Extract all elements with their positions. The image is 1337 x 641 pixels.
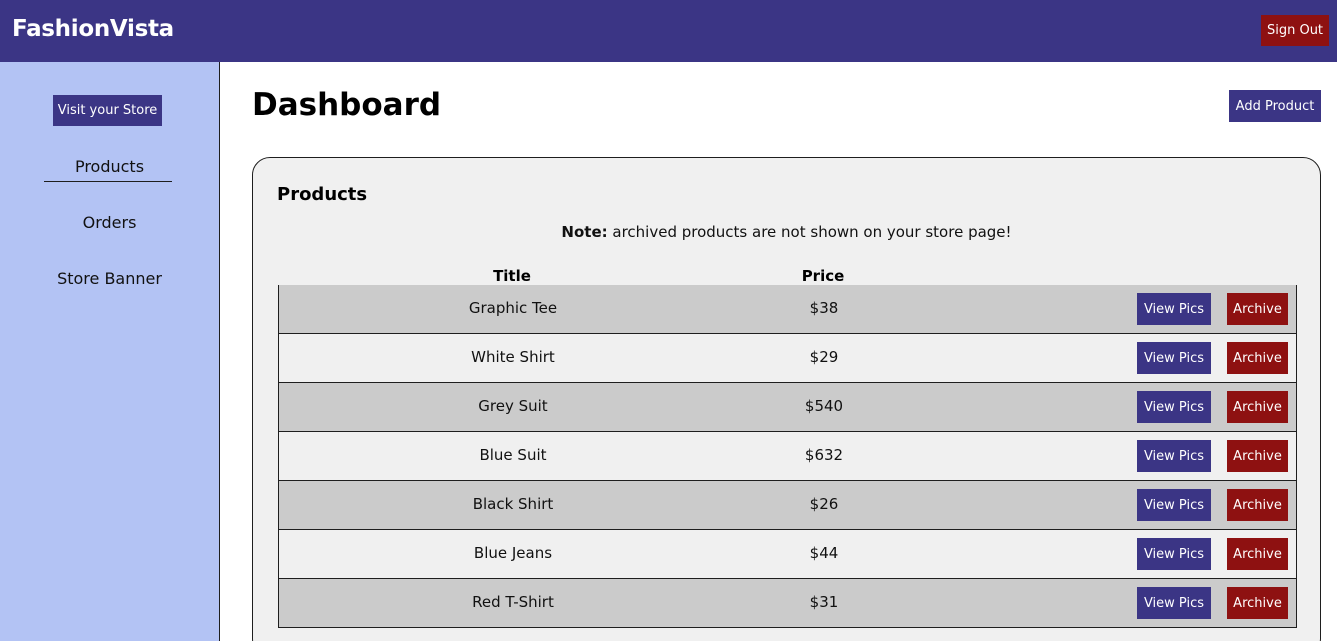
product-title-cell: Grey Suit — [478, 397, 548, 415]
product-title-cell: Blue Suit — [479, 446, 547, 464]
column-header-price: Price — [801, 267, 845, 285]
product-price-cell: $632 — [804, 446, 844, 464]
top-bar: FashionVista Sign Out — [0, 0, 1337, 62]
archive-button[interactable]: Archive — [1227, 538, 1288, 570]
add-product-button[interactable]: Add Product — [1229, 90, 1321, 122]
view-pics-button[interactable]: View Pics — [1137, 440, 1211, 472]
note-text: archived products are not shown on your … — [607, 223, 1012, 241]
sidebar-item-orders[interactable]: Orders — [0, 213, 219, 232]
product-title-cell: White Shirt — [471, 348, 555, 366]
active-nav-underline — [44, 181, 172, 182]
sidebar-item-store-banner[interactable]: Store Banner — [0, 269, 219, 288]
table-row: Grey Suit $540 View Pics Archive — [279, 383, 1296, 432]
product-price-cell: $26 — [809, 495, 839, 513]
product-price-cell: $38 — [809, 299, 839, 317]
table-row: Graphic Tee $38 View Pics Archive — [279, 285, 1296, 334]
archive-button[interactable]: Archive — [1227, 489, 1288, 521]
product-title-cell: Black Shirt — [472, 495, 554, 513]
page-title: Dashboard — [252, 87, 442, 123]
product-price-cell: $540 — [804, 397, 844, 415]
archive-button[interactable]: Archive — [1227, 391, 1288, 423]
product-price-cell: $31 — [809, 593, 839, 611]
archive-note: Note: archived products are not shown on… — [253, 223, 1320, 241]
table-row: Blue Jeans $44 View Pics Archive — [279, 530, 1296, 579]
view-pics-button[interactable]: View Pics — [1137, 587, 1211, 619]
product-title-cell: Red T-Shirt — [472, 593, 554, 611]
panel-title: Products — [277, 184, 368, 205]
sidebar: Visit your Store Products Orders Store B… — [0, 62, 220, 641]
view-pics-button[interactable]: View Pics — [1137, 489, 1211, 521]
table-row: Blue Suit $632 View Pics Archive — [279, 432, 1296, 481]
table-row: Red T-Shirt $31 View Pics Archive — [279, 579, 1296, 628]
note-label: Note: — [561, 223, 608, 241]
view-pics-button[interactable]: View Pics — [1137, 391, 1211, 423]
brand-logo[interactable]: FashionVista — [12, 16, 174, 42]
view-pics-button[interactable]: View Pics — [1137, 538, 1211, 570]
product-price-cell: $29 — [809, 348, 839, 366]
product-title-cell: Graphic Tee — [468, 299, 558, 317]
table-row: White Shirt $29 View Pics Archive — [279, 334, 1296, 383]
visit-store-button[interactable]: Visit your Store — [53, 95, 162, 126]
column-header-title: Title — [493, 267, 531, 285]
archive-button[interactable]: Archive — [1227, 342, 1288, 374]
sidebar-item-products[interactable]: Products — [0, 157, 219, 176]
product-price-cell: $44 — [809, 544, 839, 562]
view-pics-button[interactable]: View Pics — [1137, 293, 1211, 325]
archive-button[interactable]: Archive — [1227, 587, 1288, 619]
archive-button[interactable]: Archive — [1227, 293, 1288, 325]
sign-out-button[interactable]: Sign Out — [1261, 15, 1329, 46]
products-panel: Products Note: archived products are not… — [252, 157, 1321, 641]
view-pics-button[interactable]: View Pics — [1137, 342, 1211, 374]
product-title-cell: Blue Jeans — [473, 544, 553, 562]
table-row: Black Shirt $26 View Pics Archive — [279, 481, 1296, 530]
archive-button[interactable]: Archive — [1227, 440, 1288, 472]
products-table: Graphic Tee $38 View Pics Archive White Shir… — [278, 285, 1297, 628]
